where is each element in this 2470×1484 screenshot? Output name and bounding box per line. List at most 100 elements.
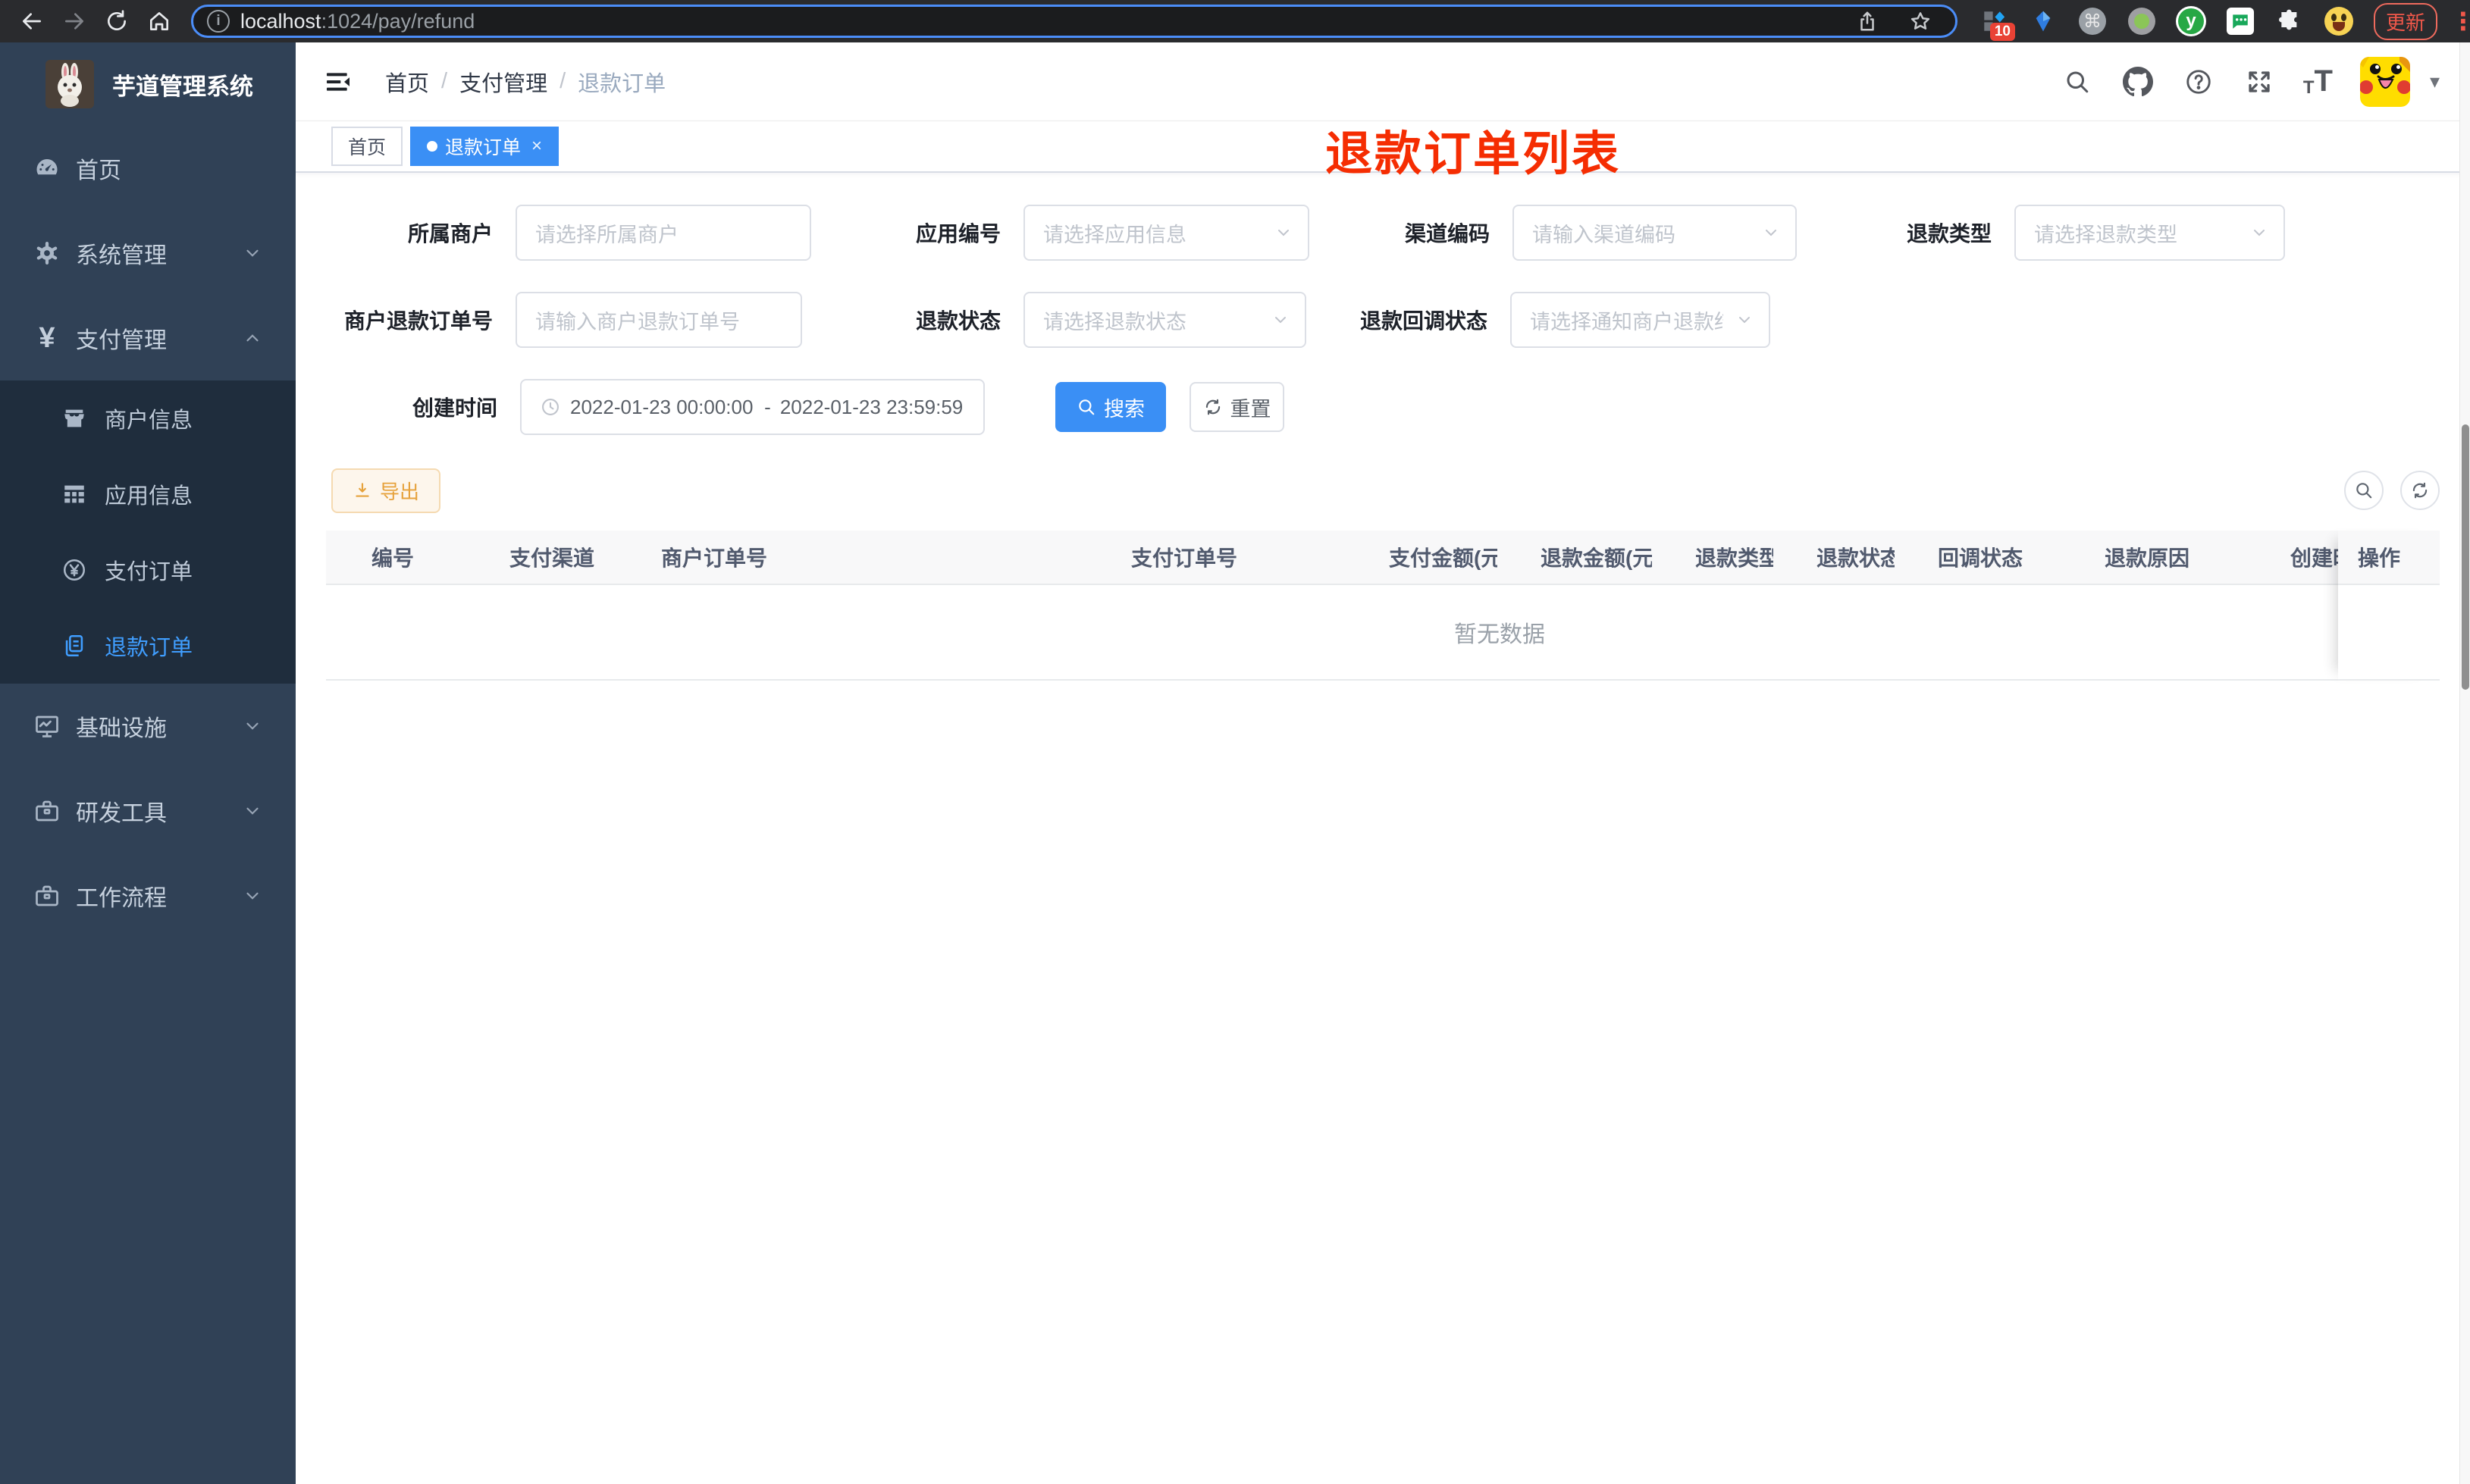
font-size-icon[interactable]: TT bbox=[2303, 64, 2333, 99]
chevron-down-icon bbox=[243, 243, 262, 263]
chevron-down-icon bbox=[243, 801, 262, 821]
select-placeholder: 请选择退款类型 bbox=[2034, 223, 2177, 246]
page-scrollbar[interactable] bbox=[2459, 42, 2470, 1484]
table-empty-row: 暂无数据 bbox=[326, 585, 2440, 681]
breadcrumb-current: 退款订单 bbox=[578, 71, 666, 96]
share-icon[interactable] bbox=[1846, 0, 1889, 42]
chevron-down-icon bbox=[1762, 224, 1780, 242]
extension-y-icon[interactable]: y bbox=[2176, 6, 2206, 36]
chevron-down-icon bbox=[243, 716, 262, 736]
column-header-refund-amount: 退款金额(元) bbox=[1541, 546, 1652, 570]
extension-puzzle-icon[interactable] bbox=[2274, 6, 2305, 36]
y-glyph: y bbox=[2186, 11, 2196, 31]
help-icon[interactable] bbox=[2182, 65, 2215, 99]
refund-status-select[interactable]: 请选择退款状态 bbox=[1023, 292, 1306, 348]
sidebar-item-system[interactable]: 系统管理 bbox=[0, 211, 296, 296]
empty-state-text: 暂无数据 bbox=[1454, 622, 1545, 647]
tab-label: 退款订单 bbox=[445, 137, 522, 158]
breadcrumb-home[interactable]: 首页 bbox=[385, 66, 429, 98]
table-header-row: 编号 支付渠道 商户订单号 支付订单号 支付金额(元) 退款金额(元) 退款类型… bbox=[326, 531, 2440, 585]
sidebar-item-label: 退款订单 bbox=[105, 636, 193, 660]
sidebar-item-dev-tools[interactable]: 研发工具 bbox=[0, 769, 296, 853]
sidebar-item-app-info[interactable]: 应用信息 bbox=[0, 456, 296, 532]
sidebar-collapse-icon[interactable] bbox=[320, 64, 356, 100]
column-header-refund-type: 退款类型 bbox=[1695, 546, 1773, 570]
sidebar-item-label: 应用信息 bbox=[105, 484, 193, 509]
channel-select[interactable]: 请输入渠道编码 bbox=[1512, 205, 1797, 261]
sidebar-item-merchant-info[interactable]: 商户信息 bbox=[0, 380, 296, 456]
dashboard-icon bbox=[30, 155, 64, 182]
avatar-caret-icon[interactable]: ▾ bbox=[2430, 70, 2440, 93]
column-header-merchant-order-no: 商户订单号 bbox=[661, 546, 768, 570]
extension-cmd-icon[interactable]: ⌘ bbox=[2077, 6, 2108, 36]
merchant-refund-no-input[interactable]: 请输入商户退款订单号 bbox=[516, 292, 802, 348]
date-separator: - bbox=[764, 395, 771, 418]
browser-update-button[interactable]: 更新 bbox=[2374, 2, 2438, 40]
input-placeholder: 请选择所属商户 bbox=[535, 223, 679, 246]
main-area: 首页 / 支付管理 / 退款订单 退款订单列表 T T ▾ 首页 退款订单 × … bbox=[296, 42, 2470, 1484]
field-label: 退款回调状态 bbox=[1359, 309, 1487, 333]
field-label: 应用编号 bbox=[915, 222, 1001, 246]
browser-menu-icon[interactable]: ⋮ bbox=[2451, 9, 2470, 33]
browser-back-button[interactable] bbox=[11, 0, 53, 42]
callback-status-select[interactable]: 请选择通知商户退款结果的 bbox=[1510, 292, 1770, 348]
tab-close-icon[interactable]: × bbox=[531, 136, 542, 157]
merchant-input[interactable]: 请选择所属商户 bbox=[516, 205, 811, 261]
chevron-up-icon bbox=[243, 328, 262, 348]
select-placeholder: 请输入渠道编码 bbox=[1532, 223, 1675, 246]
sidebar-item-label: 支付管理 bbox=[76, 328, 167, 353]
sidebar-item-infrastructure[interactable]: 基础设施 bbox=[0, 684, 296, 769]
page-header: 首页 / 支付管理 / 退款订单 退款订单列表 T T ▾ bbox=[296, 42, 2470, 180]
address-bar[interactable]: i localhost:1024/pay/refund bbox=[191, 5, 1958, 38]
breadcrumb: 首页 / 支付管理 / 退款订单 bbox=[385, 66, 666, 98]
search-icon[interactable] bbox=[2061, 65, 2094, 99]
scrollbar-thumb[interactable] bbox=[2462, 424, 2469, 690]
app-select[interactable]: 请选择应用信息 bbox=[1023, 205, 1309, 261]
extension-dot-icon[interactable] bbox=[2127, 6, 2157, 36]
reset-button[interactable]: 重置 bbox=[1190, 382, 1284, 432]
tab-active-dot bbox=[427, 141, 438, 152]
browser-home-button[interactable] bbox=[138, 0, 180, 42]
browser-forward-button[interactable] bbox=[53, 0, 96, 42]
date-range-input[interactable]: 2022-01-23 00:00:00 - 2022-01-23 23:59:5… bbox=[520, 379, 985, 435]
page: { "browser": { "url": { "host": "localho… bbox=[0, 0, 2470, 1484]
content: 所属商户 请选择所属商户 应用编号 请选择应用信息 渠道编码 请输入渠道编码 退… bbox=[296, 173, 2470, 1484]
extension-grid-icon[interactable]: 10 bbox=[1979, 6, 2015, 41]
tab-refund-order[interactable]: 退款订单 × bbox=[410, 127, 560, 166]
sidebar-item-workflow[interactable]: 工作流程 bbox=[0, 853, 296, 938]
breadcrumb-payment[interactable]: 支付管理 bbox=[459, 66, 547, 98]
search-button[interactable]: 搜索 bbox=[1055, 382, 1166, 432]
sidebar-item-label: 工作流程 bbox=[76, 886, 167, 911]
download-icon bbox=[356, 483, 369, 497]
column-header-refund-reason: 退款原因 bbox=[2105, 546, 2190, 570]
user-avatar[interactable] bbox=[2359, 56, 2410, 107]
extension-kite-icon[interactable] bbox=[2028, 6, 2058, 36]
extension-badge: 10 bbox=[1989, 23, 2015, 41]
info-glyph: i bbox=[216, 13, 221, 29]
cmd-glyph: ⌘ bbox=[2083, 11, 2102, 32]
refund-type-select[interactable]: 请选择退款类型 bbox=[2014, 205, 2285, 261]
url-path: :1024/pay/refund bbox=[321, 9, 475, 33]
field-label: 创建时间 bbox=[412, 396, 497, 420]
github-icon[interactable] bbox=[2121, 65, 2155, 99]
field-app: 应用编号 请选择应用信息 bbox=[849, 205, 1309, 261]
sidebar-item-payment-order[interactable]: 支付订单 bbox=[0, 532, 296, 608]
browser-reload-button[interactable] bbox=[96, 0, 138, 42]
export-button[interactable]: 导出 bbox=[331, 468, 441, 513]
sidebar-item-payment[interactable]: ¥ 支付管理 bbox=[0, 296, 296, 380]
sidebar-item-home[interactable]: 首页 bbox=[0, 126, 296, 211]
field-label: 退款状态 bbox=[915, 309, 1001, 333]
column-header-payment-amount: 支付金额(元) bbox=[1389, 546, 1497, 570]
refresh-icon bbox=[2412, 482, 2428, 499]
toggle-search-button[interactable] bbox=[2344, 471, 2384, 510]
fullscreen-icon[interactable] bbox=[2243, 65, 2276, 99]
refresh-table-button[interactable] bbox=[2400, 471, 2440, 510]
extension-emoji-icon[interactable] bbox=[2324, 6, 2354, 36]
date-end-value: 2022-01-23 23:59:59 bbox=[779, 395, 964, 418]
tab-home[interactable]: 首页 bbox=[331, 127, 403, 166]
extension-chat-icon[interactable] bbox=[2225, 6, 2255, 36]
sidebar-item-refund-order[interactable]: 退款订单 bbox=[0, 608, 296, 684]
site-info-icon[interactable]: i bbox=[207, 10, 230, 33]
bookmark-star-icon[interactable] bbox=[1899, 0, 1942, 42]
toolbox-icon bbox=[30, 797, 64, 825]
